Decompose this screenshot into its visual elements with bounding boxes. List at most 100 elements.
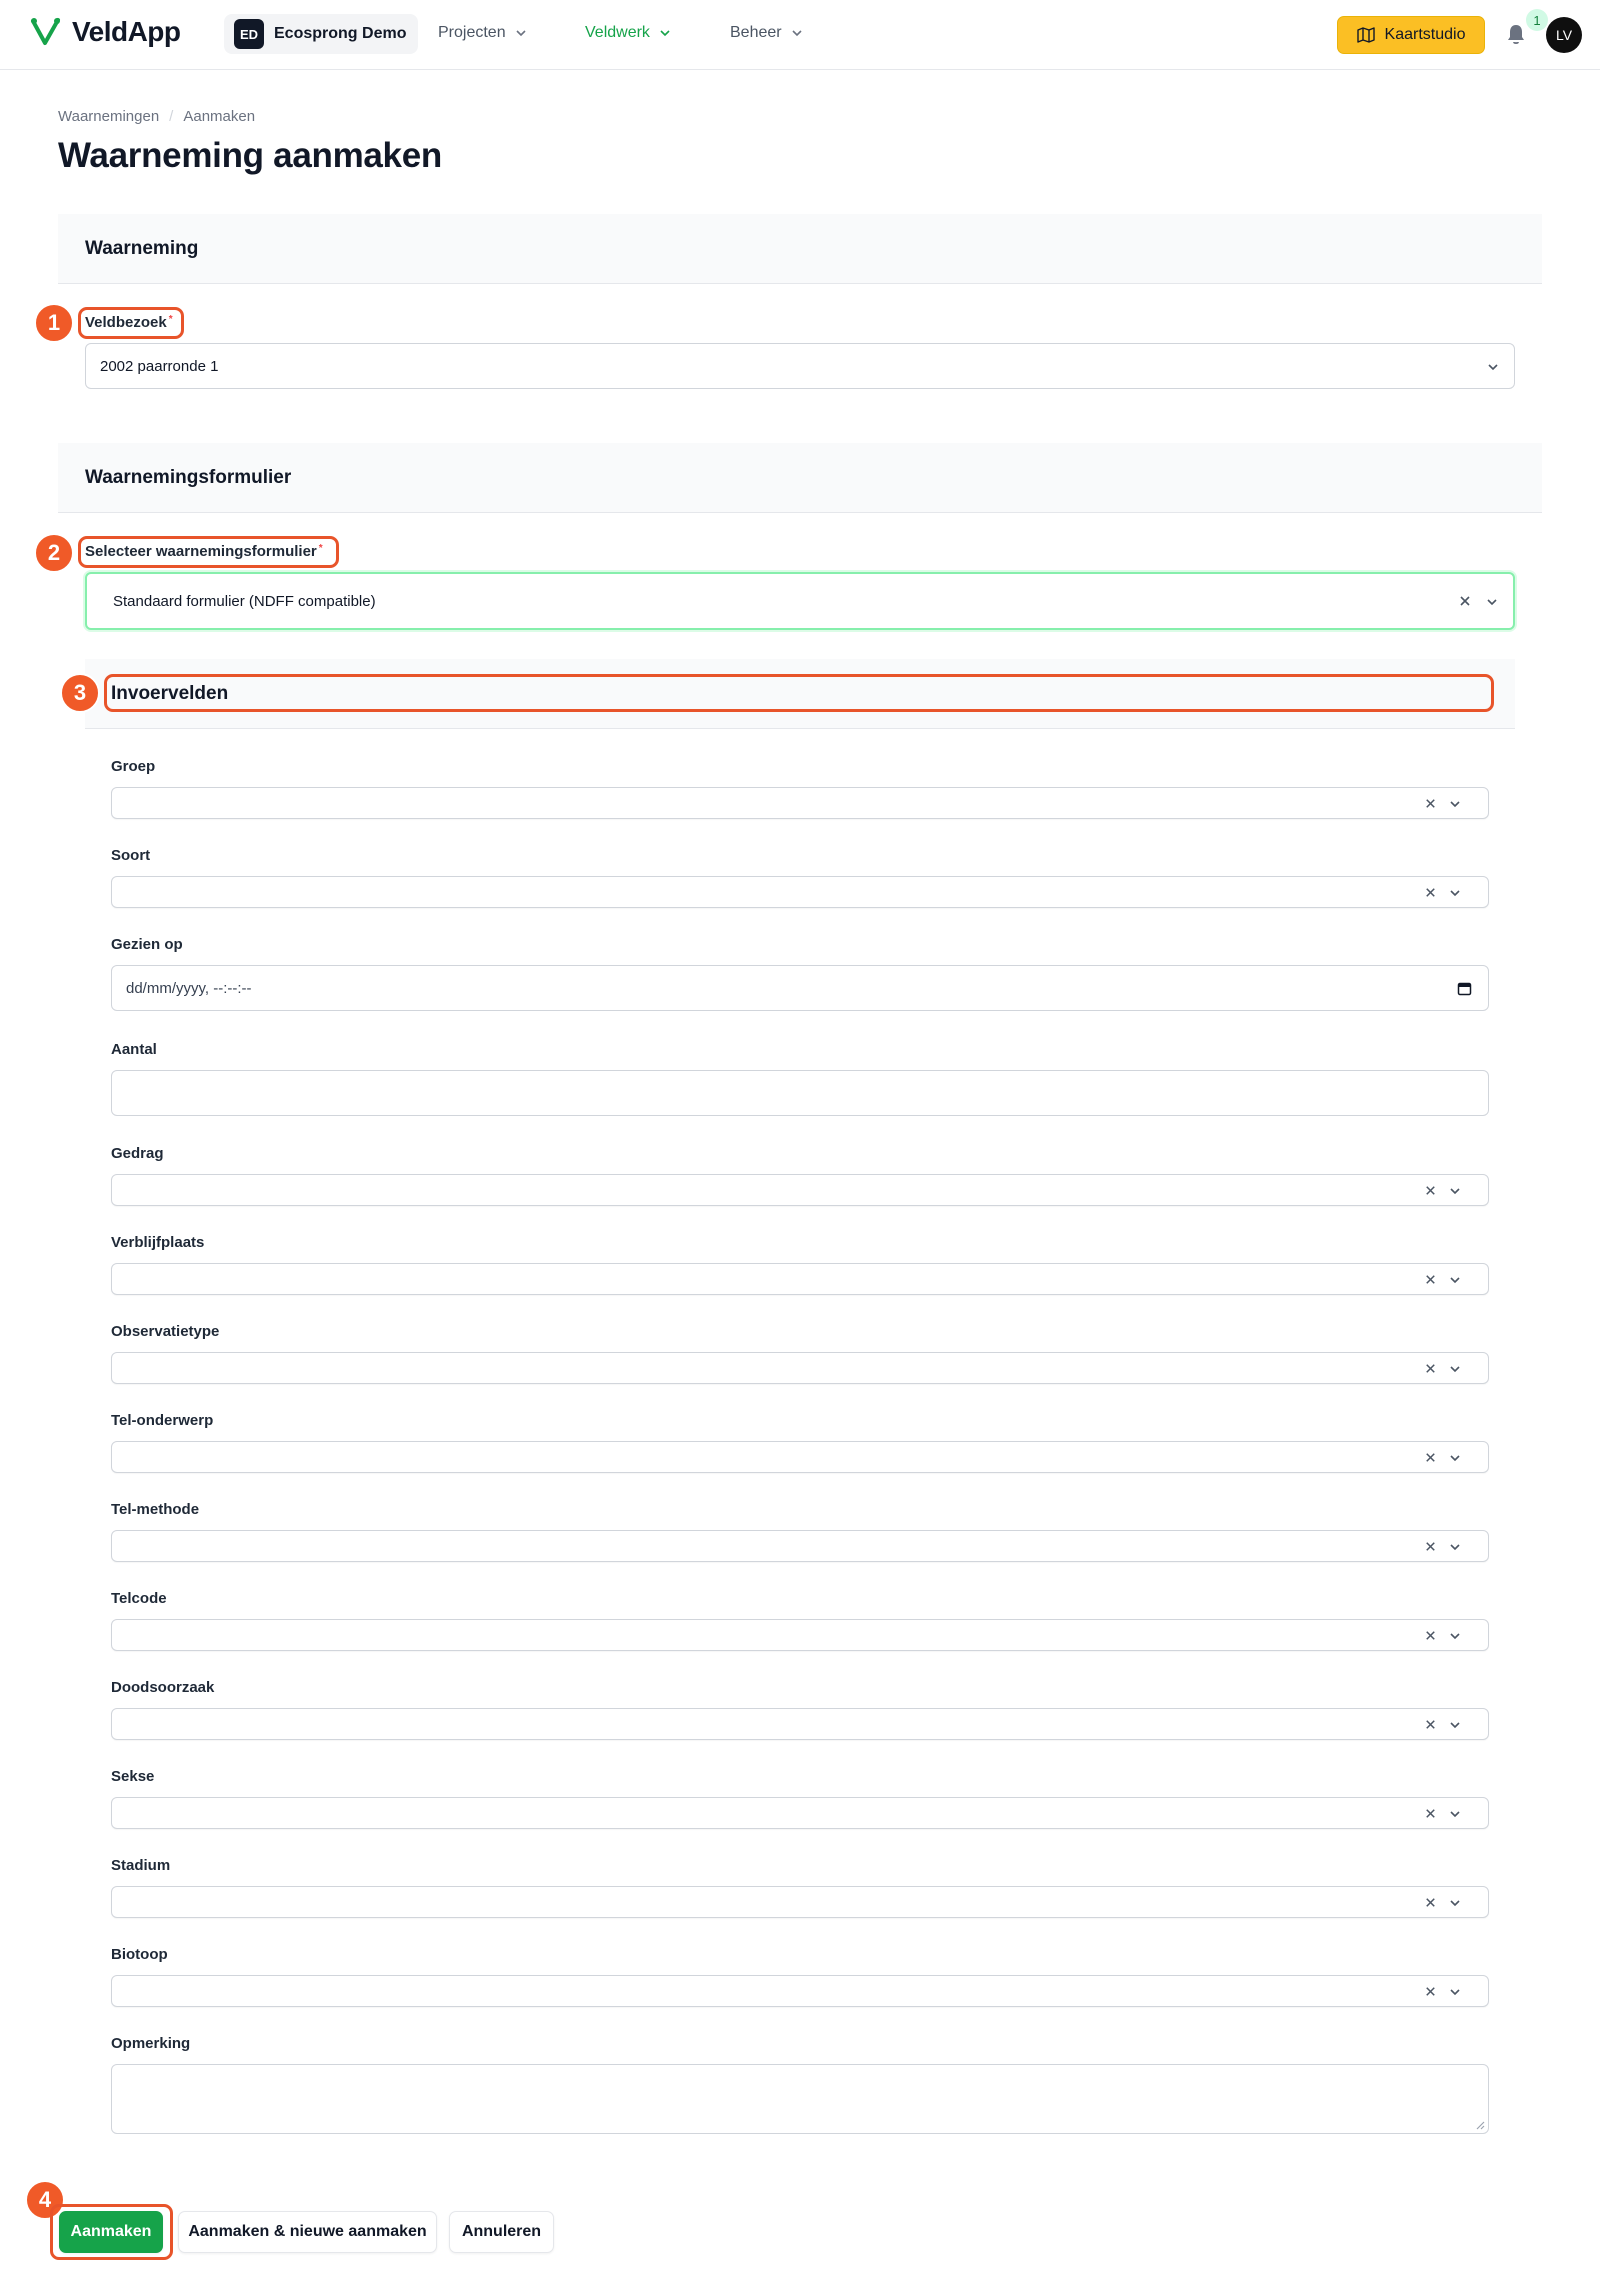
chevron-down-icon xyxy=(1450,890,1460,897)
app-logo[interactable]: VeldApp xyxy=(30,16,181,48)
verblijfplaats-select[interactable] xyxy=(111,1263,1489,1295)
chevron-down-icon xyxy=(1450,1366,1460,1373)
opmerking-textarea[interactable] xyxy=(111,2064,1489,2134)
groep-select[interactable] xyxy=(111,787,1489,819)
chevron-down-icon xyxy=(660,30,670,37)
clear-icon[interactable] xyxy=(1423,1628,1438,1643)
chevron-down-icon xyxy=(1488,364,1498,371)
tenant-switcher[interactable]: ED Ecosprong Demo xyxy=(224,14,419,54)
breadcrumb-waarnemingen[interactable]: Waarnemingen xyxy=(58,108,159,125)
aantal-input[interactable] xyxy=(111,1070,1489,1116)
chevron-down-icon xyxy=(1450,1989,1460,1996)
veldbezoek-label: Veldbezoek * xyxy=(85,314,173,331)
annotation-marker-1: 1 xyxy=(34,303,74,343)
clear-icon[interactable] xyxy=(1423,1539,1438,1554)
nav-veldwerk[interactable]: Veldwerk xyxy=(585,24,672,42)
biotoop-select[interactable] xyxy=(111,1975,1489,2007)
stadium-select[interactable] xyxy=(111,1886,1489,1918)
opmerking-label: Opmerking xyxy=(111,2035,191,2052)
clear-icon[interactable] xyxy=(1423,796,1438,811)
clear-icon[interactable] xyxy=(1423,1183,1438,1198)
annotation-outline-3 xyxy=(104,674,1494,712)
clear-icon[interactable] xyxy=(1423,1895,1438,1910)
section-waarneming-header: Waarneming xyxy=(58,214,1542,284)
biotoop-label: Biotoop xyxy=(111,1946,168,1963)
chevron-down-icon xyxy=(1450,1811,1460,1818)
kaartstudio-label: Kaartstudio xyxy=(1384,26,1466,43)
section-formulier-title: Waarnemingsformulier xyxy=(85,466,292,488)
formulier-label-text: Selecteer waarnemingsformulier xyxy=(85,543,317,560)
user-avatar[interactable]: LV xyxy=(1546,17,1582,53)
notification-count-badge: 1 xyxy=(1526,9,1548,31)
veldbezoek-label-text: Veldbezoek xyxy=(85,314,167,331)
observatietype-label: Observatietype xyxy=(111,1323,220,1340)
clear-icon[interactable] xyxy=(1423,885,1438,900)
nav-projecten-label: Projecten xyxy=(438,24,506,41)
aanmaken-button[interactable]: Aanmaken xyxy=(59,2211,163,2253)
stadium-label: Stadium xyxy=(111,1857,171,1874)
bell-icon[interactable] xyxy=(1504,22,1528,46)
tenant-initials-badge: ED xyxy=(234,19,264,49)
formulier-label: Selecteer waarnemingsformulier * xyxy=(85,543,323,560)
gedrag-select[interactable] xyxy=(111,1174,1489,1206)
tel-methode-select[interactable] xyxy=(111,1530,1489,1562)
aanmaken-en-nieuwe-button[interactable]: Aanmaken & nieuwe aanmaken xyxy=(178,2211,437,2253)
annotation-marker-3: 3 xyxy=(60,673,100,713)
gedrag-label: Gedrag xyxy=(111,1145,164,1162)
kaartstudio-button[interactable]: Kaartstudio xyxy=(1337,16,1485,54)
annotation-marker-2: 2 xyxy=(34,533,74,573)
chevron-down-icon xyxy=(1450,1277,1460,1284)
tel-onderwerp-select[interactable] xyxy=(111,1441,1489,1473)
page-title: Waarneming aanmaken xyxy=(58,136,442,175)
sekse-select[interactable] xyxy=(111,1797,1489,1829)
veldapp-logo-icon xyxy=(31,18,60,45)
resize-handle-icon[interactable] xyxy=(1475,2120,1485,2130)
chevron-down-icon xyxy=(1450,1722,1460,1729)
veldbezoek-select[interactable]: 2002 paarronde 1 xyxy=(85,343,1515,389)
chevron-down-icon xyxy=(516,30,526,37)
doodsoorzaak-label: Doodsoorzaak xyxy=(111,1679,215,1696)
groep-label: Groep xyxy=(111,758,156,775)
clear-icon[interactable] xyxy=(1423,1450,1438,1465)
aantal-label: Aantal xyxy=(111,1041,157,1058)
nav-veldwerk-label: Veldwerk xyxy=(585,24,650,41)
telcode-select[interactable] xyxy=(111,1619,1489,1651)
chevron-down-icon xyxy=(1450,1544,1460,1551)
formulier-value: Standaard formulier (NDFF compatible) xyxy=(113,592,376,610)
section-waarneming-title: Waarneming xyxy=(85,237,199,259)
clear-icon[interactable] xyxy=(1423,1361,1438,1376)
gezien-op-label: Gezien op xyxy=(111,936,183,953)
nav-beheer-label: Beheer xyxy=(730,24,782,41)
clear-icon[interactable] xyxy=(1423,1272,1438,1287)
clear-icon[interactable] xyxy=(1423,1717,1438,1732)
chevron-down-icon xyxy=(1450,1633,1460,1640)
soort-label: Soort xyxy=(111,847,151,864)
verblijfplaats-label: Verblijfplaats xyxy=(111,1234,205,1251)
formulier-select[interactable]: Standaard formulier (NDFF compatible) xyxy=(85,572,1515,630)
doodsoorzaak-select[interactable] xyxy=(111,1708,1489,1740)
veldbezoek-value: 2002 paarronde 1 xyxy=(100,357,219,375)
chevron-down-icon xyxy=(792,30,802,37)
observatietype-select[interactable] xyxy=(111,1352,1489,1384)
map-icon xyxy=(1356,27,1375,43)
calendar-icon[interactable] xyxy=(1457,981,1472,996)
chevron-down-icon xyxy=(1450,1188,1460,1195)
chevron-down-icon xyxy=(1450,1900,1460,1907)
annuleren-button[interactable]: Annuleren xyxy=(449,2211,554,2253)
chevron-down-icon xyxy=(1450,1455,1460,1462)
clear-icon[interactable] xyxy=(1457,593,1473,609)
chevron-down-icon xyxy=(1487,599,1497,606)
top-navigation-bar: VeldApp ED Ecosprong Demo Projecten Veld… xyxy=(0,0,1600,70)
nav-projecten[interactable]: Projecten xyxy=(438,24,528,42)
clear-icon[interactable] xyxy=(1423,1984,1438,1999)
breadcrumb-separator: / xyxy=(169,108,174,125)
breadcrumb: Waarnemingen / Aanmaken xyxy=(58,108,255,125)
gezien-op-datetime-input[interactable]: dd/mm/yyyy, --:--:-- xyxy=(111,965,1489,1011)
breadcrumb-aanmaken: Aanmaken xyxy=(183,108,256,125)
soort-select[interactable] xyxy=(111,876,1489,908)
gezien-op-placeholder: dd/mm/yyyy, --:--:-- xyxy=(126,979,252,997)
clear-icon[interactable] xyxy=(1423,1806,1438,1821)
tel-onderwerp-label: Tel-onderwerp xyxy=(111,1412,214,1429)
tel-methode-label: Tel-methode xyxy=(111,1501,200,1518)
nav-beheer[interactable]: Beheer xyxy=(730,24,804,42)
